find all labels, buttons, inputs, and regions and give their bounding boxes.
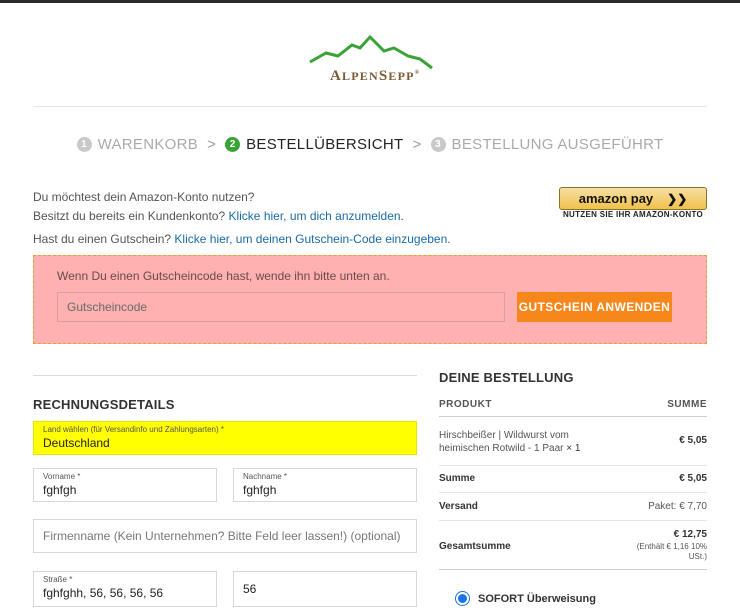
- house-number-value: 56: [243, 582, 257, 596]
- step-label: WARENKORB: [97, 135, 199, 153]
- coupon-form: Wenn Du einen Gutscheincode hast, wende …: [33, 255, 707, 344]
- first-name-field[interactable]: Vorname * fghfgh: [33, 468, 217, 502]
- order-header-divider: [439, 416, 707, 417]
- street-value: fghfghh, 56, 56, 56, 56: [43, 586, 164, 600]
- last-name-value: fghfgh: [243, 483, 277, 497]
- coupon-message: Wenn Du einen Gutscheincode hast, wende …: [57, 269, 390, 283]
- tax-note: (Enthält € 1,16 10% USt.): [590, 542, 707, 562]
- order-divider: [439, 492, 707, 493]
- amazon-pay-button[interactable]: amazon pay ❯❯: [559, 187, 707, 210]
- billing-title: RECHNUNGSDETAILS: [33, 397, 175, 412]
- first-name-value: fghfgh: [43, 483, 77, 497]
- step-number: 3: [430, 136, 446, 152]
- logo-wordmark: ALPENSEPP®: [330, 68, 421, 84]
- step-separator-icon: >: [207, 135, 217, 153]
- billing-divider: [33, 375, 417, 376]
- item-price: € 5,05: [679, 435, 707, 446]
- tax-amount: € 1,16: [666, 542, 689, 551]
- order-total-divider: [439, 569, 707, 570]
- total-value: € 12,75: [673, 529, 707, 540]
- company-field[interactable]: Firmenname (Kein Unternehmen? Bitte Feld…: [33, 519, 417, 553]
- col-product: PRODUKT: [439, 399, 492, 410]
- login-link[interactable]: Klicke hier, um dich anzumelden.: [228, 209, 403, 223]
- amazon-question: Du möchtest dein Amazon-Konto nutzen?: [33, 190, 255, 204]
- coupon-code-input[interactable]: [57, 292, 505, 322]
- subtotal-label: Summe: [439, 473, 476, 484]
- order-item: Hirschbeißer | Wildwurst vom heimischen …: [439, 429, 580, 455]
- country-label: Land wählen (für Versandinfo und Zahlung…: [43, 425, 225, 434]
- step-label: BESTELLÜBERSICHT: [246, 135, 404, 153]
- tax-line2: USt.): [688, 552, 707, 561]
- item-name-line2: heimischen Rotwild - 1 Paar: [439, 443, 564, 454]
- amazon-login-notice: Du möchtest dein Amazon-Konto nutzen? Be…: [33, 188, 404, 226]
- country-value: Deutschland: [43, 436, 110, 450]
- login-prefix: Besitzt du bereits ein Kundenkonto?: [33, 209, 229, 223]
- step-label: BESTELLUNG AUSGEFÜHRT: [451, 135, 664, 153]
- apply-coupon-button[interactable]: GUTSCHEIN ANWENDEN: [517, 292, 672, 322]
- mountain-logo-icon: [309, 34, 433, 70]
- order-title: DEINE BESTELLUNG: [439, 370, 574, 385]
- step-separator-icon: >: [412, 135, 422, 153]
- step-cart[interactable]: 1 WARENKORB: [76, 135, 199, 153]
- step-number: 1: [76, 136, 92, 152]
- step-order-complete: 3 BESTELLUNG AUSGEFÜHRT: [430, 135, 664, 153]
- payment-label-sofort[interactable]: SOFORT Überweisung: [478, 593, 596, 605]
- coupon-prefix: Hast du einen Gutschein?: [33, 232, 175, 246]
- top-border: [0, 0, 740, 3]
- last-name-label: Nachname *: [243, 472, 288, 481]
- house-number-field[interactable]: 56: [233, 571, 417, 607]
- first-name-label: Vorname *: [43, 472, 81, 481]
- street-field[interactable]: Straße * fghfghh, 56, 56, 56, 56: [33, 571, 217, 607]
- subtotal-value: € 5,05: [679, 473, 707, 484]
- amazon-pay-label: amazon pay: [578, 191, 654, 206]
- checkout-steps: 1 WARENKORB > 2 BESTELLÜBERSICHT > 3 BES…: [0, 133, 740, 155]
- order-divider: [439, 465, 707, 466]
- company-placeholder: Firmenname (Kein Unternehmen? Bitte Feld…: [43, 529, 401, 543]
- tax-suffix: 10%: [688, 542, 707, 551]
- street-label: Straße *: [43, 575, 73, 584]
- tax-prefix: (Enthält: [636, 542, 667, 551]
- header-divider: [33, 106, 707, 107]
- order-divider: [439, 520, 707, 521]
- step-order-review: 2 BESTELLÜBERSICHT: [225, 136, 403, 153]
- col-sum: SUMME: [667, 399, 707, 410]
- item-name-line1: Hirschbeißer | Wildwurst vom: [439, 430, 569, 441]
- alpensepp-logo[interactable]: ALPENSEPP®: [308, 34, 434, 90]
- country-select[interactable]: Land wählen (für Versandinfo und Zahlung…: [33, 421, 417, 455]
- total-label: Gesamtsumme: [439, 541, 511, 552]
- step-number: 2: [225, 136, 241, 152]
- last-name-field[interactable]: Nachname * fghfgh: [233, 468, 417, 502]
- coupon-link[interactable]: Klicke hier, um deinen Gutschein-Code ei…: [174, 232, 450, 246]
- shipping-value: Paket: € 7,70: [648, 501, 707, 512]
- item-qty: × 1: [566, 443, 581, 454]
- payment-radio-sofort[interactable]: [458, 594, 467, 603]
- shipping-label: Versand: [439, 501, 478, 512]
- coupon-notice: Hast du einen Gutschein? Klicke hier, um…: [33, 232, 451, 246]
- chevron-right-icon: ❯❯: [667, 191, 688, 206]
- amazon-pay-caption: NUTZEN SIE IHR AMAZON-KONTO: [562, 210, 704, 219]
